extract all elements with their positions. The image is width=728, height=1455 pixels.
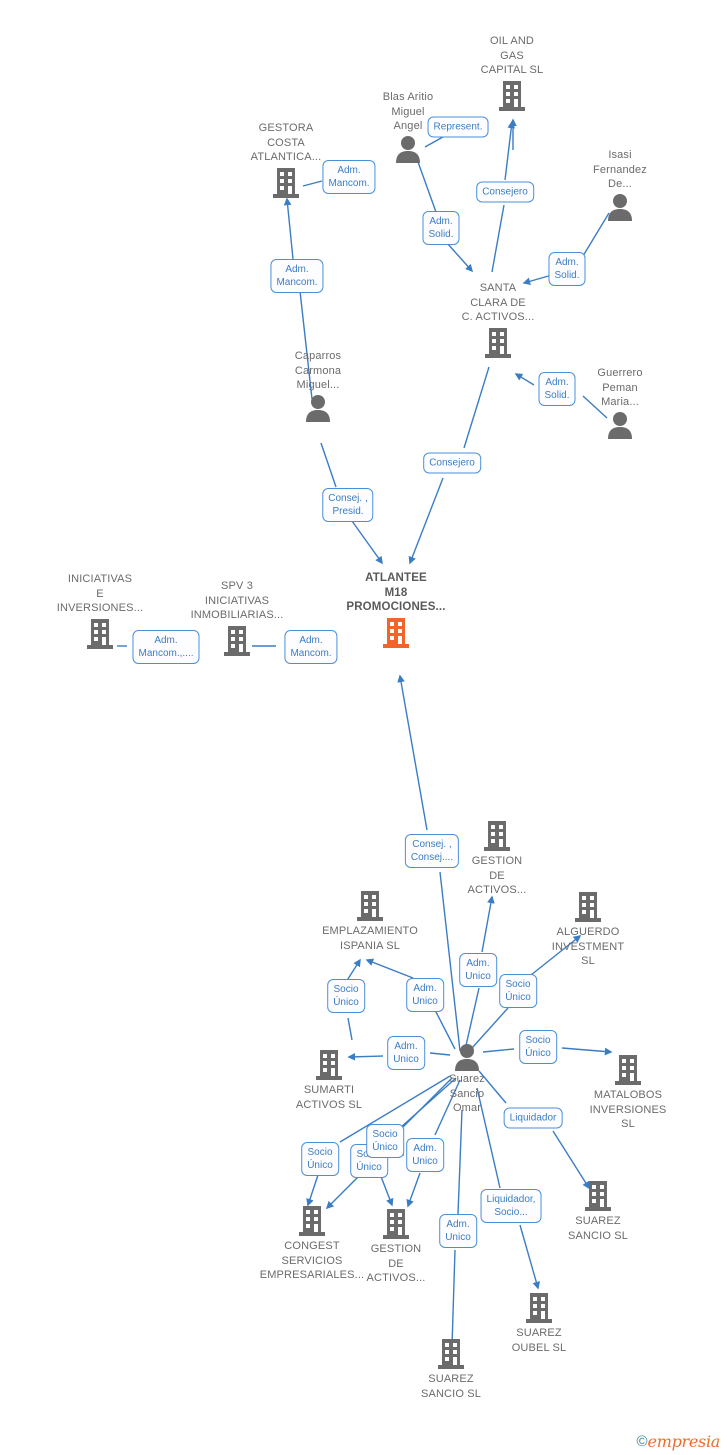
node-santa-clara[interactable]: SANTA CLARA DE C. ACTIVOS... <box>443 281 553 360</box>
node-label: ATLANTEE M18 PROMOCIONES... <box>346 572 446 613</box>
building-icon <box>295 889 445 923</box>
node-label: Isasi Fernandez De... <box>593 149 647 190</box>
node-matalobos-inversiones[interactable]: MATALOBOS INVERSIONES SL <box>573 1052 683 1132</box>
edge-label-consejero-oilgas[interactable]: Consejero <box>476 181 534 203</box>
edge-label-socio-unico-emplazamiento[interactable]: Socio Único <box>327 979 365 1013</box>
node-suarez-sancio-omar[interactable]: Suarez Sancio Omar <box>432 1042 502 1116</box>
node-gestion-activos-2[interactable]: GESTION DE ACTIVOS... <box>341 1206 451 1286</box>
node-label: INICIATIVAS E INVERSIONES... <box>56 573 144 614</box>
building-icon-focus <box>341 616 451 650</box>
building-icon <box>543 1179 653 1213</box>
node-sumarti-activos[interactable]: SUMARTI ACTIVOS SL <box>274 1047 384 1112</box>
node-label: SUAREZ SANCIO SL <box>567 1215 629 1242</box>
node-alguerdo-investment[interactable]: ALGUERDO INVESTMENT SL <box>533 889 643 969</box>
node-atlantee-m18[interactable]: ATLANTEE M18 PROMOCIONES... <box>341 571 451 650</box>
edge-label-adm-mancom-iniciativas[interactable]: Adm. Mancom.,.... <box>132 630 200 664</box>
edge-label-consej-presid[interactable]: Consej. , Presid. <box>322 488 374 522</box>
node-label: GESTION DE ACTIVOS... <box>366 1243 426 1284</box>
node-label: Suarez Sancio Omar <box>449 1073 485 1114</box>
node-label: EMPLAZAMIENTO ISPANIA SL <box>322 925 418 952</box>
edge-label-socio-unico-matalobos[interactable]: Socio Único <box>519 1030 557 1064</box>
node-oil-gas[interactable]: OIL AND GAS CAPITAL SL <box>457 34 567 113</box>
person-icon <box>432 1043 502 1071</box>
node-label: Guerrero Peman Maria... <box>597 367 643 408</box>
edge-label-adm-mancom-gestora[interactable]: Adm. Mancom. <box>322 160 376 194</box>
edge-label-socio-unico-alguerdo[interactable]: Socio Único <box>499 974 537 1008</box>
edge-label-adm-mancom-spv3[interactable]: Adm. Mancom. <box>284 630 338 664</box>
edge-label-consej-consej[interactable]: Consej. , Consej.... <box>404 834 460 868</box>
edge-label-adm-unico-sumarti[interactable]: Adm. Unico <box>387 1036 425 1070</box>
node-label: ALGUERDO INVESTMENT SL <box>551 926 625 967</box>
edge-label-adm-mancom-caparros[interactable]: Adm. Mancom. <box>270 259 324 293</box>
edge-label-consejero-santaclara[interactable]: Consejero <box>423 452 481 474</box>
node-caparros-carmona[interactable]: Caparros Carmona Miguel... <box>263 349 373 422</box>
person-icon <box>565 193 675 221</box>
person-icon <box>263 394 373 422</box>
building-icon <box>484 1291 594 1325</box>
node-suarez-sancio-bottom[interactable]: SUAREZ SANCIO SL <box>396 1336 506 1401</box>
person-icon <box>565 411 675 439</box>
edge-label-adm-unico-gestion2[interactable]: Adm. Unico <box>406 1138 444 1172</box>
building-icon <box>274 1048 384 1082</box>
edge-label-socio-unico-gestion2[interactable]: Socio Único <box>366 1124 404 1158</box>
node-suarez-sancio-right[interactable]: SUAREZ SANCIO SL <box>543 1178 653 1243</box>
edge-label-adm-unico-emplazamiento[interactable]: Adm. Unico <box>406 978 444 1012</box>
node-guerrero-peman[interactable]: Guerrero Peman Maria... <box>565 366 675 439</box>
building-icon <box>341 1207 451 1241</box>
edge-label-adm-solid-blas[interactable]: Adm. Solid. <box>422 211 460 245</box>
node-emplazamiento-ispania[interactable]: EMPLAZAMIENTO ISPANIA SL <box>295 888 445 953</box>
building-icon <box>443 326 553 360</box>
copyright-icon: © <box>636 1433 648 1450</box>
node-label: GESTORA COSTA ATLANTICA... <box>250 122 322 163</box>
node-label: SANTA CLARA DE C. ACTIVOS... <box>461 282 535 323</box>
node-label: OIL AND GAS CAPITAL SL <box>480 35 544 76</box>
edge-label-adm-solid-isasi[interactable]: Adm. Solid. <box>548 252 586 286</box>
node-label: SUMARTI ACTIVOS SL <box>295 1084 363 1111</box>
brand-name: empresia <box>647 1432 721 1451</box>
edge-label-adm-solid-guerrero[interactable]: Adm. Solid. <box>538 372 576 406</box>
building-icon <box>573 1053 683 1087</box>
node-label: SUAREZ SANCIO SL <box>420 1373 482 1400</box>
person-icon <box>353 135 463 163</box>
building-icon <box>396 1337 506 1371</box>
org-network-diagram: OIL AND GAS CAPITAL SL Blas Aritio Migue… <box>0 0 728 1455</box>
edge-label-adm-unico-gestion1[interactable]: Adm. Unico <box>459 953 497 987</box>
edge-label-socio-unico-congest-a[interactable]: Socio Único <box>301 1142 339 1176</box>
node-label: SPV 3 INICIATIVAS INMOBILIARIAS... <box>190 580 284 621</box>
node-isasi-fernandez[interactable]: Isasi Fernandez De... <box>565 148 675 221</box>
edge-label-represent[interactable]: Represent. <box>427 116 489 138</box>
building-icon <box>457 79 567 113</box>
edge-label-adm-unico-suarez-sancio[interactable]: Adm. Unico <box>439 1214 477 1248</box>
watermark: ©empresia <box>636 1432 720 1451</box>
node-label: MATALOBOS INVERSIONES SL <box>589 1089 667 1130</box>
edge-label-liquidador-socio[interactable]: Liquidador, Socio... <box>480 1189 542 1223</box>
node-label: Caparros Carmona Miguel... <box>294 350 342 391</box>
edge-label-liquidador[interactable]: Liquidador <box>503 1107 563 1129</box>
building-icon <box>533 890 643 924</box>
